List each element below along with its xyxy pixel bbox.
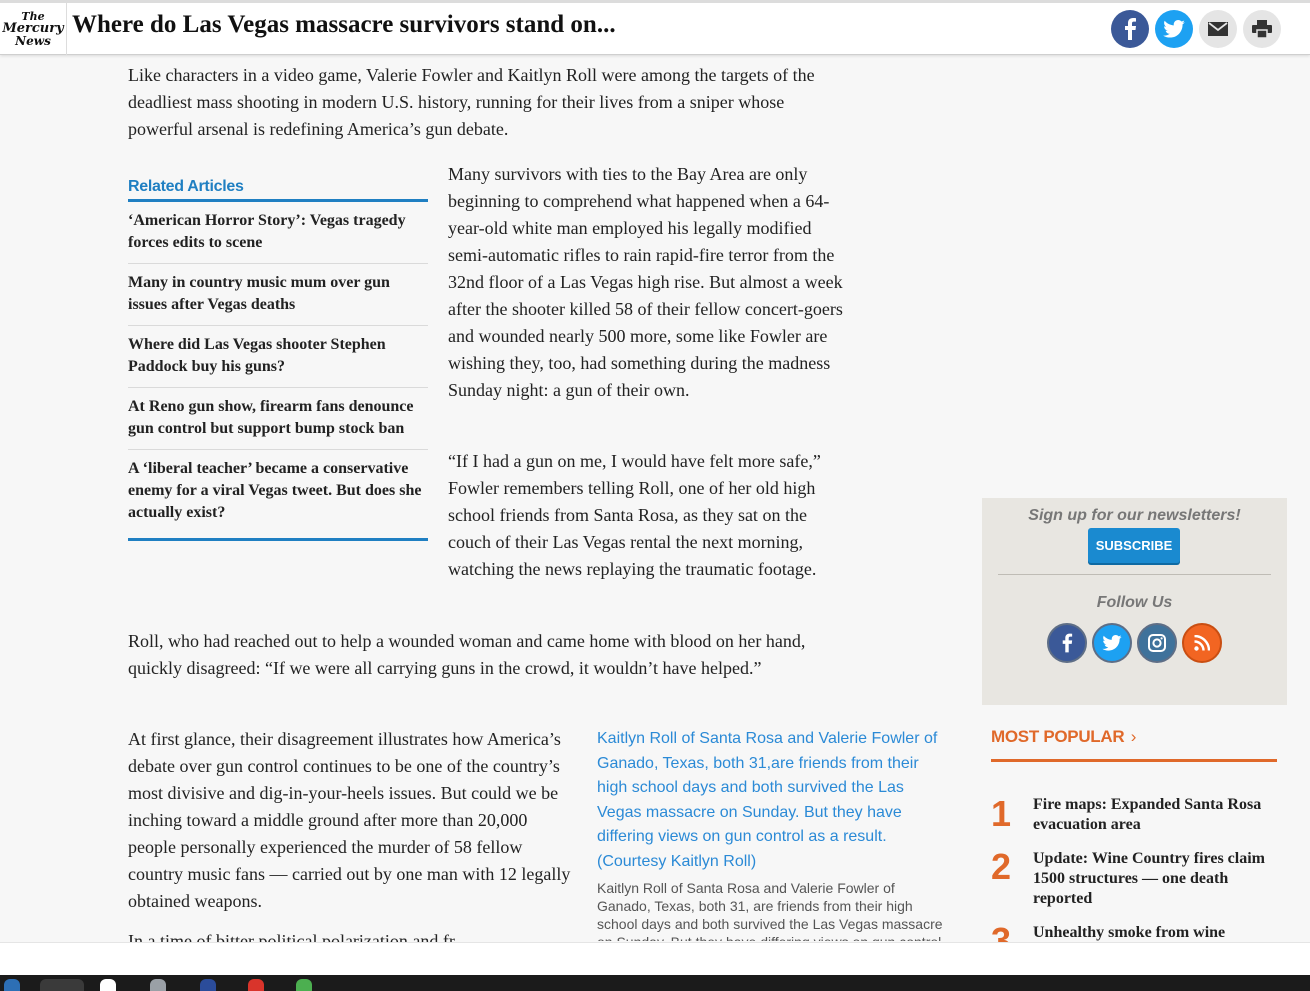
instagram-icon: [1148, 634, 1166, 652]
most-popular-header[interactable]: MOST POPULAR ›: [991, 727, 1277, 762]
divider: [998, 574, 1271, 575]
related-article-link[interactable]: Where did Las Vegas shooter Stephen Padd…: [128, 326, 428, 388]
photo-caption-text: Kaitlyn Roll of Santa Rosa and Valerie F…: [597, 880, 943, 941]
taskbar-app-icon[interactable]: [248, 979, 264, 991]
most-popular-title: MOST POPULAR: [991, 727, 1125, 746]
newsletter-title: Sign up for our newsletters!: [1028, 507, 1241, 524]
logo-line-3: News: [15, 34, 51, 48]
rss-icon: [1194, 635, 1210, 651]
mercury-news-logo[interactable]: The Mercury News: [0, 3, 67, 55]
related-article-link[interactable]: Many in country music mum over gun issue…: [128, 264, 428, 326]
related-articles-box: Related Articles ‘American Horror Story’…: [128, 178, 428, 541]
most-popular-link[interactable]: Update: Wine Country fires claim 1500 st…: [1033, 849, 1281, 909]
taskbar-app-icon[interactable]: [150, 979, 166, 991]
subscribe-button[interactable]: SUBSCRIBE: [1088, 528, 1180, 563]
most-popular-item[interactable]: 3 Unhealthy smoke from wine: [991, 923, 1281, 942]
most-popular-link[interactable]: Fire maps: Expanded Santa Rosa evacuatio…: [1033, 795, 1281, 835]
article-paragraph-3: “If I had a gun on me, I would have felt…: [448, 451, 821, 579]
email-icon: [1208, 22, 1228, 36]
taskbar-app-icon[interactable]: [296, 979, 312, 991]
start-icon[interactable]: [4, 979, 20, 991]
newsletter-box: Sign up for our newsletters! SUBSCRIBE F…: [982, 498, 1287, 705]
most-popular-link[interactable]: Unhealthy smoke from wine: [1033, 923, 1281, 942]
related-article-link[interactable]: A ‘liberal teacher’ became a conservativ…: [128, 450, 428, 541]
twitter-icon: [1102, 635, 1122, 651]
instagram-follow-button[interactable]: [1137, 623, 1177, 663]
facebook-icon: [1062, 633, 1073, 653]
rank-number: 2: [991, 846, 1012, 887]
print-share-button[interactable]: [1243, 10, 1281, 48]
article-paragraph-5: At first glance, their disagreement illu…: [128, 729, 571, 911]
related-articles-title: Related Articles: [128, 178, 428, 202]
twitter-share-button[interactable]: [1155, 10, 1193, 48]
related-article-link[interactable]: At Reno gun show, firearm fans denounce …: [128, 388, 428, 450]
taskbar-app-icon[interactable]: [100, 979, 116, 991]
article-paragraph-4: Roll, who had reached out to help a woun…: [128, 631, 806, 678]
photo-caption-link[interactable]: Kaitlyn Roll of Santa Rosa and Valerie F…: [597, 727, 952, 874]
chevron-right-icon: ›: [1130, 727, 1137, 746]
most-popular-item[interactable]: 1 Fire maps: Expanded Santa Rosa evacuat…: [991, 796, 1281, 842]
page-footer-strip: [0, 942, 1310, 975]
os-taskbar: [0, 975, 1310, 991]
email-share-button[interactable]: [1199, 10, 1237, 48]
article-paragraph-1: Like characters in a video game, Valerie…: [128, 65, 815, 139]
rank-number: 3: [991, 923, 1011, 942]
taskbar-app-icon[interactable]: [200, 979, 216, 991]
print-icon: [1252, 20, 1272, 38]
article-paragraph-6: In a time of bitter political polarizati…: [128, 931, 468, 942]
twitter-follow-button[interactable]: [1092, 623, 1132, 663]
facebook-follow-button[interactable]: [1047, 623, 1087, 663]
rank-number: 1: [991, 793, 1012, 834]
facebook-share-button[interactable]: [1111, 10, 1149, 48]
facebook-icon: [1125, 18, 1136, 40]
top-bar: The Mercury News Where do Las Vegas mass…: [0, 0, 1310, 55]
follow-us-title: Follow Us: [1096, 594, 1173, 611]
rss-follow-button[interactable]: [1182, 623, 1222, 663]
article-headline: Where do Las Vegas massacre survivors st…: [72, 11, 616, 38]
taskbar-app-icon[interactable]: [40, 979, 84, 991]
most-popular-item[interactable]: 2 Update: Wine Country fires claim 1500 …: [991, 849, 1281, 911]
related-article-link[interactable]: ‘American Horror Story’: Vegas tragedy f…: [128, 202, 428, 264]
twitter-icon: [1163, 20, 1185, 38]
article-paragraph-2: Many survivors with ties to the Bay Area…: [448, 164, 843, 400]
